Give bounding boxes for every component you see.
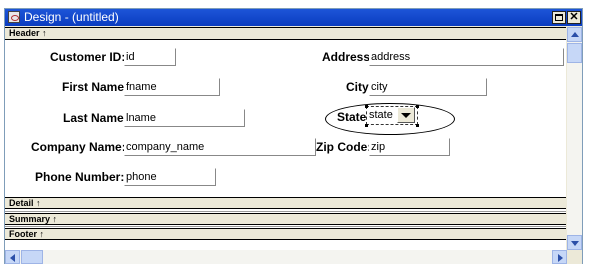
close-icon[interactable]: ✕ (567, 11, 581, 24)
horizontal-scrollbar[interactable] (5, 250, 567, 264)
scroll-right-icon[interactable] (552, 250, 567, 264)
selection-handle[interactable] (365, 105, 368, 108)
window-title: Design - (untitled) (24, 10, 119, 24)
horizontal-scroll-thumb[interactable] (21, 250, 43, 264)
scrollbar-corner (567, 250, 582, 264)
design-canvas[interactable]: Header ↑ Customer ID: id First Name: fna… (5, 27, 566, 250)
phone-number-label: Phone Number: (35, 170, 125, 184)
scroll-left-icon[interactable] (5, 250, 20, 264)
summary-band-bar[interactable]: Summary ↑ (5, 213, 566, 225)
zip-code-field[interactable]: zip (369, 138, 450, 156)
vertical-scrollbar[interactable] (567, 27, 582, 250)
dropdown-arrow-icon[interactable] (397, 107, 415, 123)
maximize-icon[interactable] (552, 11, 566, 24)
customer-id-field[interactable]: id (124, 48, 176, 66)
company-name-field[interactable]: company_name (124, 138, 316, 156)
design-window: Design - (untitled) ✕ Header ↑ Customer … (4, 8, 583, 264)
selection-handle[interactable] (416, 105, 419, 108)
selection-handle[interactable] (416, 124, 419, 127)
address-label: Address: (322, 50, 375, 64)
selection-handle[interactable] (365, 124, 368, 127)
vertical-scroll-thumb[interactable] (567, 43, 582, 63)
last-name-field[interactable]: lname (124, 109, 245, 127)
zip-code-label: Zip Code: (316, 140, 372, 154)
title-bar[interactable]: Design - (untitled) ✕ (5, 9, 582, 26)
scroll-up-icon[interactable] (567, 27, 582, 42)
customer-id-label: Customer ID: (50, 50, 126, 64)
company-name-label: Company Name: (31, 140, 126, 154)
band-divider (5, 211, 566, 212)
first-name-label: First Name: (62, 80, 129, 94)
footer-band-bar[interactable]: Footer ↑ (5, 228, 566, 240)
scroll-down-icon[interactable] (567, 235, 582, 250)
band-divider (5, 226, 566, 227)
header-band-bar[interactable]: Header ↑ (5, 27, 566, 40)
first-name-field[interactable]: fname (124, 78, 220, 96)
detail-band-bar[interactable]: Detail ↑ (5, 197, 566, 209)
phone-number-field[interactable]: phone (124, 168, 216, 186)
app-icon[interactable] (8, 11, 20, 23)
address-field[interactable]: address (369, 48, 564, 66)
city-field[interactable]: city (369, 78, 487, 96)
last-name-label: Last Name: (63, 111, 128, 125)
